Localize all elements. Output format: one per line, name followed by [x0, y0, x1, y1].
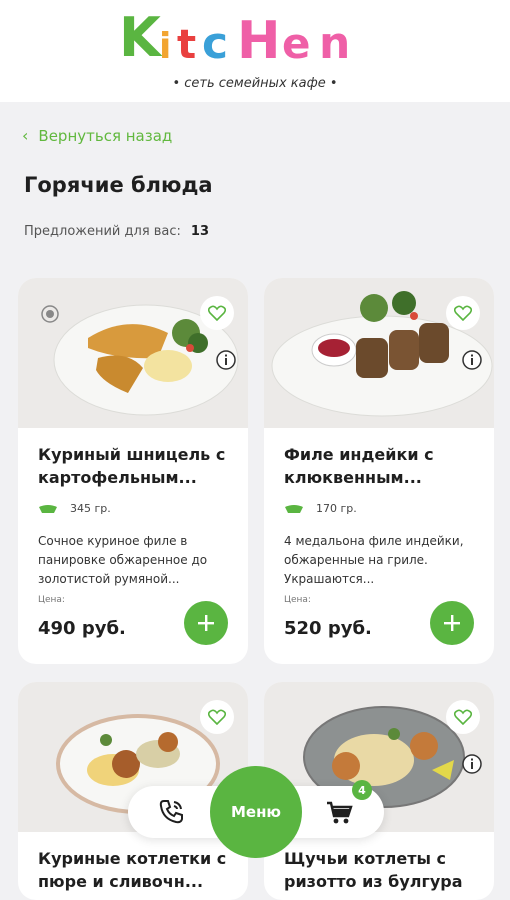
offers-count: 13	[190, 224, 210, 239]
svg-text:H: H	[237, 11, 281, 68]
cart-count-badge: 4	[352, 780, 372, 800]
back-label: Вернуться назад	[38, 126, 173, 145]
product-card[interactable]: Филе индейки с клюквенным... 170 гр. 4 м…	[264, 278, 494, 664]
svg-text:c: c	[202, 18, 228, 68]
price-label: Цена:	[38, 595, 65, 605]
offers-label: Предложений для вас:	[24, 224, 181, 239]
favorite-button[interactable]	[200, 700, 234, 734]
heart-icon	[208, 305, 226, 321]
product-description: 4 медальона филе индейки, обжаренные на …	[284, 534, 464, 586]
favorite-button[interactable]	[446, 700, 480, 734]
product-name: Куриные котлетки с пюре и сливочн...	[38, 849, 227, 891]
favorite-button[interactable]	[446, 296, 480, 330]
info-icon[interactable]	[216, 350, 236, 370]
weight-icon	[285, 504, 303, 513]
heart-icon	[454, 305, 472, 321]
app-header: K i t c H e n • сеть семейных кафе •	[0, 0, 510, 102]
page-title: Горячие блюда	[24, 173, 213, 197]
weight-value: 170 гр.	[316, 502, 357, 515]
product-photo[interactable]	[18, 278, 248, 428]
svg-text:i: i	[159, 26, 171, 67]
plus-icon	[444, 615, 460, 631]
add-to-cart-button[interactable]	[184, 601, 228, 645]
kitchen-logo[interactable]: K i t c H e n	[117, 6, 397, 68]
menu-button[interactable]: Меню	[210, 766, 302, 858]
svg-text:e: e	[282, 19, 311, 68]
cart-icon[interactable]	[325, 800, 353, 826]
product-photo[interactable]	[264, 278, 494, 428]
price-label: Цена:	[284, 595, 311, 605]
product-weight: 345 гр.	[38, 502, 111, 515]
tagline: • сеть семейных кафе •	[172, 76, 338, 91]
svg-text:K: K	[119, 6, 163, 68]
product-name: Щучьи котлеты с ризотто из булгура	[284, 849, 463, 891]
favorite-button[interactable]	[200, 296, 234, 330]
product-price: 490 руб.	[38, 618, 126, 639]
weight-value: 345 гр.	[70, 502, 111, 515]
back-link[interactable]: ‹ Вернуться назад	[22, 126, 172, 145]
info-icon[interactable]	[462, 350, 482, 370]
halal-icon	[41, 305, 59, 323]
offers-count-row: Предложений для вас: 13	[24, 224, 209, 239]
phone-icon[interactable]	[157, 798, 185, 826]
info-icon[interactable]	[462, 754, 482, 774]
product-weight: 170 гр.	[284, 502, 357, 515]
product-card[interactable]: Куриный шницель с картофельным... 345 гр…	[18, 278, 248, 664]
product-name: Филе индейки с клюквенным...	[284, 445, 434, 487]
heart-icon	[208, 709, 226, 725]
product-price: 520 руб.	[284, 618, 372, 639]
add-to-cart-button[interactable]	[430, 601, 474, 645]
weight-icon	[39, 504, 57, 513]
svg-text:n: n	[319, 18, 350, 68]
svg-text:t: t	[177, 22, 196, 68]
heart-icon	[454, 709, 472, 725]
product-description: Сочное куриное филе в панировке обжаренн…	[38, 534, 208, 586]
chevron-left-icon: ‹	[22, 126, 29, 145]
plus-icon	[198, 615, 214, 631]
product-name: Куриный шницель с картофельным...	[38, 445, 226, 487]
